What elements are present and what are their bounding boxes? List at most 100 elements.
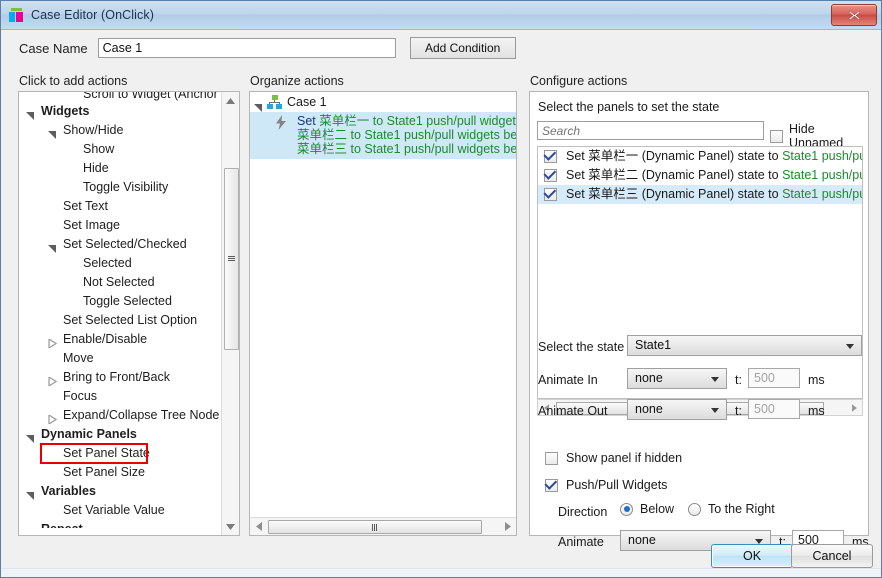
action-tree-item[interactable]: Show bbox=[19, 140, 223, 159]
left-column-heading: Click to add actions bbox=[19, 74, 128, 88]
hscrollbar-thumb[interactable] bbox=[268, 520, 482, 534]
expand-arrow-icon[interactable] bbox=[48, 240, 57, 253]
select-state-label: Select the state bbox=[538, 340, 625, 354]
action-tree-item[interactable]: Hide bbox=[19, 159, 223, 178]
action-tree-item[interactable]: Set Selected List Option bbox=[19, 311, 223, 330]
scroll-down-icon[interactable] bbox=[222, 518, 239, 535]
case-name-input[interactable] bbox=[97, 38, 396, 58]
ok-button[interactable]: OK bbox=[711, 544, 793, 568]
action-tree-item[interactable]: Repeat bbox=[19, 520, 223, 528]
checkbox-icon[interactable] bbox=[544, 169, 557, 182]
panel-list-row[interactable]: Set 菜单栏三 (Dynamic Panel) state to State1… bbox=[538, 185, 862, 204]
panel-row-target: 菜单栏一 bbox=[588, 149, 639, 163]
action-tree-item-label: Not Selected bbox=[83, 275, 155, 289]
search-input[interactable] bbox=[537, 121, 764, 140]
action-tree-item[interactable]: Toggle Visibility bbox=[19, 178, 223, 197]
scroll-right-icon[interactable] bbox=[846, 400, 862, 415]
add-condition-button[interactable]: Add Condition bbox=[409, 37, 516, 59]
action-tree-item[interactable]: Dynamic Panels bbox=[19, 425, 223, 444]
action-tree-item-label: Bring to Front/Back bbox=[63, 370, 170, 384]
direction-right-label: To the Right bbox=[708, 502, 775, 516]
case-name-row: Case Name Add Condition bbox=[1, 29, 881, 67]
action-tree-item[interactable]: Widgets bbox=[19, 102, 223, 121]
animate-in-time-input[interactable]: 500 bbox=[748, 368, 800, 388]
push-pull-widgets-checkbox[interactable]: Push/Pull Widgets bbox=[545, 478, 667, 492]
panel-list-row[interactable]: Set 菜单栏二 (Dynamic Panel) state to State1… bbox=[538, 166, 862, 185]
panel-list[interactable]: Set 菜单栏一 (Dynamic Panel) state to State1… bbox=[537, 146, 863, 399]
title-bar: Case Editor (OnClick) bbox=[1, 1, 881, 30]
action-tree-item-label: Set Panel Size bbox=[63, 465, 145, 479]
action-tree-item-label: Toggle Selected bbox=[83, 294, 172, 308]
checkbox-icon[interactable] bbox=[544, 150, 557, 163]
collapse-arrow-icon[interactable] bbox=[48, 411, 58, 426]
scrollbar-thumb[interactable] bbox=[224, 168, 239, 350]
expand-arrow-icon[interactable] bbox=[48, 126, 57, 139]
action-tree-list[interactable]: Scroll to Widget (Anchor Link) Widgets Sho… bbox=[19, 92, 223, 528]
action-tree-item[interactable]: Show/Hide bbox=[19, 121, 223, 140]
animate-in-combo[interactable]: none bbox=[627, 368, 727, 389]
action-tree-item[interactable]: Toggle Selected bbox=[19, 292, 223, 311]
right-column-heading: Configure actions bbox=[530, 74, 628, 88]
action-tree-item-label: Widgets bbox=[41, 104, 90, 118]
expand-arrow-icon[interactable] bbox=[26, 107, 35, 120]
action-tree-item[interactable]: Move bbox=[19, 349, 223, 368]
panel-list-row[interactable]: Set 菜单栏一 (Dynamic Panel) state to State1… bbox=[538, 147, 862, 166]
direction-below-radio[interactable]: Below bbox=[620, 502, 674, 516]
sitemap-icon bbox=[267, 95, 282, 109]
collapse-arrow-icon[interactable] bbox=[48, 335, 58, 350]
direction-below-label: Below bbox=[640, 502, 675, 516]
expand-arrow-icon[interactable] bbox=[26, 487, 35, 500]
select-panels-label: Select the panels to set the state bbox=[538, 100, 720, 114]
action-tree-item[interactable]: Expand/Collapse Tree Node bbox=[19, 406, 223, 426]
panel-row-middle: (Dynamic Panel) state to bbox=[638, 149, 783, 163]
action-tree-item[interactable]: Set Panel Size bbox=[19, 463, 223, 482]
organize-action-line: Set 菜单栏一 to State1 push/pull widgets b bbox=[297, 114, 516, 128]
show-panel-if-hidden-label: Show panel if hidden bbox=[566, 451, 683, 465]
bottom-strip bbox=[1, 568, 881, 577]
scroll-right-icon[interactable] bbox=[499, 518, 516, 535]
action-tree-item[interactable]: Set Selected/Checked bbox=[19, 235, 223, 254]
select-state-combo[interactable]: State1 bbox=[627, 335, 862, 356]
animate-out-time-input[interactable]: 500 bbox=[748, 399, 800, 419]
cancel-button[interactable]: Cancel bbox=[791, 544, 873, 568]
action-tree-item[interactable]: Bring to Front/Back bbox=[19, 368, 223, 388]
radio-icon[interactable] bbox=[620, 502, 633, 516]
action-tree-item[interactable]: Focus bbox=[19, 387, 223, 406]
direction-label: Direction bbox=[558, 505, 608, 519]
direction-right-radio[interactable]: To the Right bbox=[688, 502, 775, 516]
organize-actions-panel: Case 1 Set 菜单栏一 to State1 push/pull widg… bbox=[249, 91, 517, 536]
action-tree-item[interactable]: Set Panel State bbox=[19, 444, 223, 463]
action-tree-item[interactable]: Selected bbox=[19, 254, 223, 273]
expand-arrow-icon[interactable] bbox=[26, 525, 35, 528]
action-tree-item[interactable]: Enable/Disable bbox=[19, 330, 223, 350]
organize-action-item[interactable]: Set 菜单栏一 to State1 push/pull widgets b菜单… bbox=[250, 112, 516, 159]
panel-row-state: State1 push/pull wi bbox=[782, 187, 862, 201]
case-editor-icon bbox=[8, 7, 24, 23]
checkbox-icon[interactable] bbox=[770, 129, 783, 143]
animate-out-combo[interactable]: none bbox=[627, 399, 727, 420]
action-tree-scrollbar[interactable] bbox=[221, 92, 239, 535]
collapse-arrow-icon[interactable] bbox=[48, 373, 58, 388]
checkbox-icon[interactable] bbox=[545, 451, 558, 465]
animate-out-value: none bbox=[635, 402, 663, 416]
panel-row-prefix: Set bbox=[566, 187, 589, 201]
radio-icon[interactable] bbox=[688, 502, 701, 516]
animate-in-value: none bbox=[635, 371, 663, 385]
show-panel-if-hidden-checkbox[interactable]: Show panel if hidden bbox=[545, 451, 682, 465]
expand-arrow-icon[interactable] bbox=[26, 430, 35, 443]
checkbox-icon[interactable] bbox=[545, 478, 558, 492]
scroll-left-icon[interactable] bbox=[250, 518, 267, 535]
action-tree-item[interactable]: Scroll to Widget (Anchor Link) bbox=[19, 92, 223, 102]
organize-hscrollbar[interactable] bbox=[250, 517, 516, 535]
scroll-up-icon[interactable] bbox=[222, 92, 239, 109]
action-tree-item[interactable]: Variables bbox=[19, 482, 223, 501]
window-title: Case Editor (OnClick) bbox=[31, 8, 154, 22]
checkbox-icon[interactable] bbox=[544, 188, 557, 201]
close-icon[interactable] bbox=[831, 4, 877, 26]
action-tree-item[interactable]: Set Variable Value bbox=[19, 501, 223, 520]
case-tree-root[interactable]: Case 1 bbox=[250, 92, 516, 112]
grip-icon bbox=[228, 255, 235, 263]
action-tree-item[interactable]: Set Text bbox=[19, 197, 223, 216]
action-tree-item[interactable]: Not Selected bbox=[19, 273, 223, 292]
action-tree-item[interactable]: Set Image bbox=[19, 216, 223, 235]
